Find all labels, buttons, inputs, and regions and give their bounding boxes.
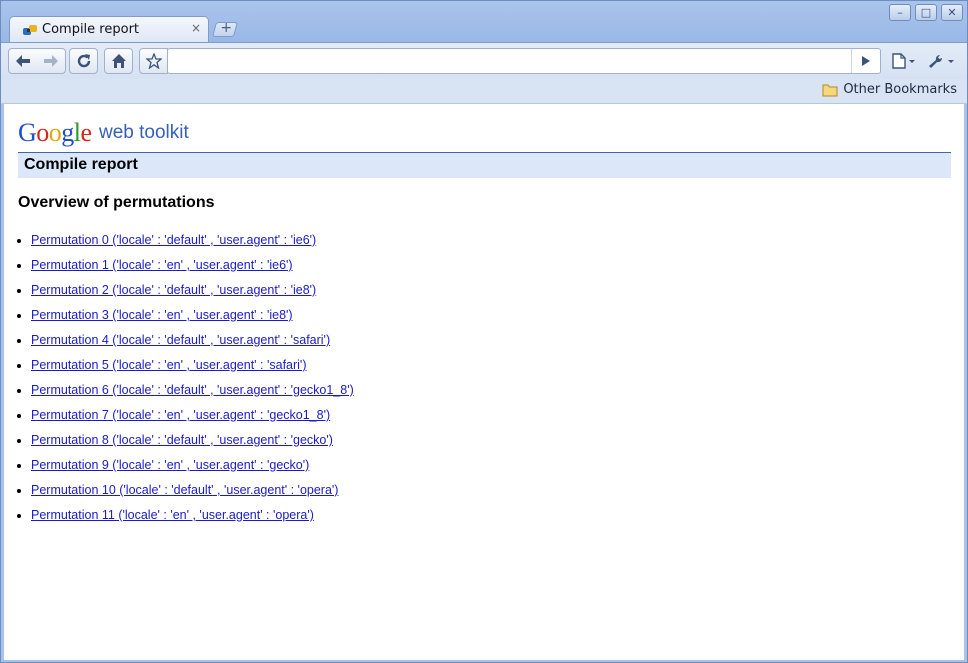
toolbar — [1, 42, 967, 80]
permutation-link[interactable]: Permutation 6 ('locale' : 'default' , 'u… — [31, 383, 354, 397]
reload-button[interactable] — [69, 48, 98, 74]
permutation-link[interactable]: Permutation 9 ('locale' : 'en' , 'user.a… — [31, 458, 309, 472]
list-item: Permutation 3 ('locale' : 'en' , 'user.a… — [31, 305, 354, 330]
nav-buttons-group — [8, 48, 66, 74]
list-item: Permutation 2 ('locale' : 'default' , 'u… — [31, 280, 354, 305]
reload-icon — [77, 54, 90, 68]
permutation-link[interactable]: Permutation 3 ('locale' : 'en' , 'user.a… — [31, 308, 293, 322]
other-bookmarks-label: Other Bookmarks — [843, 82, 957, 97]
permutation-link[interactable]: Permutation 7 ('locale' : 'en' , 'user.a… — [31, 408, 330, 422]
permutation-link[interactable]: Permutation 10 ('locale' : 'default' , '… — [31, 483, 338, 497]
new-tab-button[interactable]: + — [211, 20, 239, 37]
folder-icon — [822, 84, 838, 96]
bookmark-star-button[interactable] — [139, 48, 168, 74]
tab-strip: Compile report × + – □ ✕ — [1, 1, 967, 42]
permutation-link[interactable]: Permutation 2 ('locale' : 'default' , 'u… — [31, 283, 316, 297]
home-icon — [111, 54, 126, 68]
tab-close-icon[interactable]: × — [191, 21, 201, 35]
list-item: Permutation 9 ('locale' : 'en' , 'user.a… — [31, 455, 354, 480]
address-bar — [167, 48, 881, 74]
list-item: Permutation 0 ('locale' : 'default' , 'u… — [31, 230, 354, 255]
wrench-icon — [929, 54, 954, 68]
permutation-link[interactable]: Permutation 0 ('locale' : 'default' , 'u… — [31, 233, 316, 247]
list-item: Permutation 11 ('locale' : 'en' , 'user.… — [31, 505, 354, 530]
browser-window: Compile report × + – □ ✕ Other Bookmarks… — [0, 0, 968, 663]
minimize-button[interactable]: – — [889, 4, 911, 21]
permutation-link[interactable]: Permutation 4 ('locale' : 'default' , 'u… — [31, 333, 330, 347]
page-menu-icon — [892, 53, 915, 69]
page-menu-button[interactable] — [887, 48, 921, 74]
page-content: Google web toolkit Compile report Overvi… — [4, 104, 964, 660]
permutation-list: Permutation 0 ('locale' : 'default' , 'u… — [4, 230, 354, 530]
maximize-button[interactable]: □ — [915, 4, 937, 21]
bookmarks-bar: Other Bookmarks — [1, 79, 967, 104]
list-item: Permutation 6 ('locale' : 'default' , 'u… — [31, 380, 354, 405]
go-button[interactable] — [851, 49, 880, 73]
tab-title: Compile report — [42, 22, 140, 37]
permutation-link[interactable]: Permutation 8 ('locale' : 'default' , 'u… — [31, 433, 333, 447]
permutation-link[interactable]: Permutation 5 ('locale' : 'en' , 'user.a… — [31, 358, 306, 372]
list-item: Permutation 5 ('locale' : 'en' , 'user.a… — [31, 355, 354, 380]
list-item: Permutation 7 ('locale' : 'en' , 'user.a… — [31, 405, 354, 430]
wrench-menu-button[interactable] — [925, 48, 959, 74]
page-title: Compile report — [24, 156, 138, 173]
close-window-button[interactable]: ✕ — [941, 4, 963, 21]
list-item: Permutation 4 ('locale' : 'default' , 'u… — [31, 330, 354, 355]
plus-icon: + — [220, 20, 233, 36]
star-icon — [145, 53, 162, 69]
back-button[interactable] — [9, 54, 37, 68]
other-bookmarks-button[interactable]: Other Bookmarks — [822, 82, 957, 97]
list-item: Permutation 10 ('locale' : 'default' , '… — [31, 480, 354, 505]
google-logo: Google — [18, 118, 92, 147]
forward-icon — [44, 55, 58, 67]
section-title: Overview of permutations — [18, 194, 215, 211]
logo-subtitle: web toolkit — [99, 122, 189, 143]
permutation-link[interactable]: Permutation 11 ('locale' : 'en' , 'user.… — [31, 508, 314, 522]
forward-button[interactable] — [37, 54, 65, 68]
tab-compile-report[interactable]: Compile report × — [9, 16, 209, 42]
go-icon — [862, 56, 870, 66]
list-item: Permutation 1 ('locale' : 'en' , 'user.a… — [31, 255, 354, 280]
back-icon — [16, 55, 30, 67]
permutation-link[interactable]: Permutation 1 ('locale' : 'en' , 'user.a… — [31, 258, 293, 272]
report-header-bar: Compile report — [18, 152, 951, 178]
address-input[interactable] — [174, 50, 848, 74]
gwt-favicon-icon — [23, 25, 37, 35]
list-item: Permutation 8 ('locale' : 'default' , 'u… — [31, 430, 354, 455]
home-button[interactable] — [104, 48, 133, 74]
